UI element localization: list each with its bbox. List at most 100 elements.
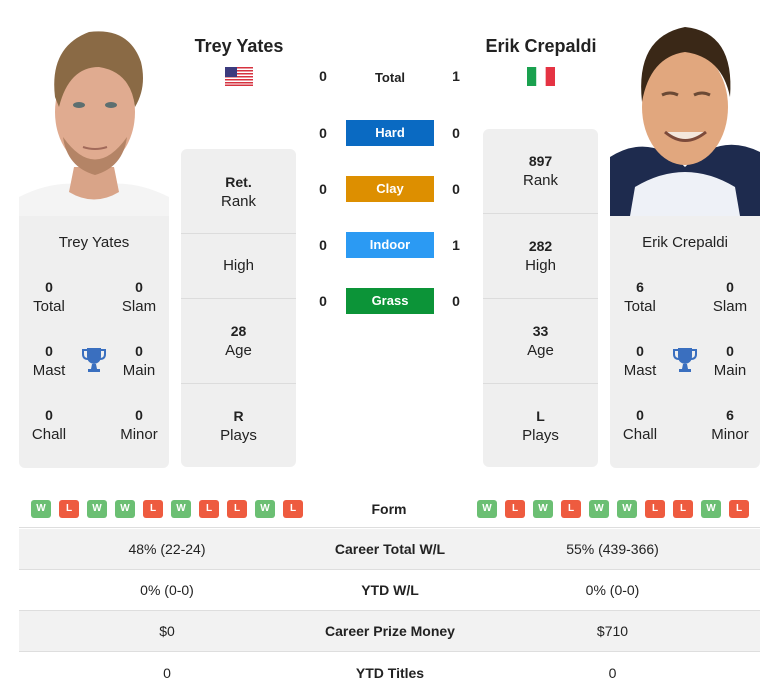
titles-total-value: 6	[636, 279, 644, 295]
age-value: 33	[532, 323, 549, 339]
comparison-table: 48% (22-24) Career Total W/L 55% (439-36…	[19, 529, 760, 693]
titles-minor-value: 0	[135, 407, 143, 423]
high-value: 282	[528, 238, 553, 254]
titles-slam-value: 0	[726, 279, 734, 295]
stat-plays-left: R Plays	[181, 384, 296, 467]
form-badge-loss[interactable]: L	[199, 500, 219, 518]
prize-money-right: $710	[596, 623, 629, 639]
h2h-clay-left: 0	[319, 181, 327, 197]
player-name-right[interactable]: Erik Crepaldi	[461, 36, 621, 57]
table-row: 48% (22-24) Career Total W/L 55% (439-36…	[19, 529, 760, 570]
age-label: Age	[225, 342, 252, 359]
rank-label: Rank	[220, 193, 257, 210]
titles-main-label: Main	[713, 362, 747, 379]
surface-grass-badge[interactable]: Grass	[346, 288, 434, 314]
table-row: 0% (0-0) YTD W/L 0% (0-0)	[19, 570, 760, 611]
form-badges-right: WLWLWWLLWL	[477, 500, 749, 518]
titles-minor: 6 Minor	[700, 405, 760, 445]
form-badge-loss[interactable]: L	[59, 500, 79, 518]
usa-flag-icon	[225, 67, 253, 86]
form-badge-win[interactable]: W	[255, 500, 275, 518]
form-badge-win[interactable]: W	[31, 500, 51, 518]
h2h-row-total: 0 Total 1	[310, 63, 470, 89]
titles-slam: 0 Slam	[700, 277, 760, 317]
form-badge-loss[interactable]: L	[673, 500, 693, 518]
stat-age-right: 33 Age	[483, 299, 598, 384]
form-badge-win[interactable]: W	[533, 500, 553, 518]
titles-minor-label: Minor	[120, 426, 158, 443]
titles-card-player-name: Erik Crepaldi	[642, 234, 728, 251]
form-badge-win[interactable]: W	[171, 500, 191, 518]
surface-clay-badge[interactable]: Clay	[346, 176, 434, 202]
player-photo-erik-crepaldi	[610, 17, 760, 216]
form-badge-win[interactable]: W	[701, 500, 721, 518]
stat-high-left: High	[181, 234, 296, 299]
h2h-indoor-right: 1	[452, 237, 460, 253]
form-badge-win[interactable]: W	[87, 500, 107, 518]
h2h-row-indoor: 0 Indoor 1	[310, 232, 470, 258]
ytd-wl-right: 0% (0-0)	[585, 582, 640, 598]
ytd-titles-label: YTD Titles	[355, 664, 425, 681]
age-value: 28	[230, 323, 247, 339]
titles-chall-value: 0	[636, 407, 644, 423]
titles-total-value: 0	[45, 279, 53, 295]
titles-main-value: 0	[135, 343, 143, 359]
plays-label: Plays	[522, 427, 559, 444]
form-badge-win[interactable]: W	[589, 500, 609, 518]
form-badge-loss[interactable]: L	[143, 500, 163, 518]
form-badge-loss[interactable]: L	[729, 500, 749, 518]
h2h-total-left: 0	[319, 68, 327, 84]
titles-mast-value: 0	[45, 343, 53, 359]
table-row: 0 YTD Titles 0	[19, 652, 760, 693]
age-label: Age	[527, 342, 554, 359]
titles-main: 0 Main	[700, 341, 760, 381]
form-label: Form	[371, 501, 407, 517]
ytd-wl-left: 0% (0-0)	[140, 582, 194, 598]
titles-card-left: Trey Yates 0 Total 0 Slam 0 Mast 0 Main …	[19, 216, 169, 468]
h2h-hard-right: 0	[452, 125, 460, 141]
player-name-left[interactable]: Trey Yates	[159, 36, 319, 57]
form-badge-loss[interactable]: L	[227, 500, 247, 518]
surface-indoor-badge[interactable]: Indoor	[346, 232, 434, 258]
surface-hard-badge[interactable]: Hard	[346, 120, 434, 146]
plays-value: L	[536, 408, 545, 424]
high-label: High	[223, 257, 254, 274]
titles-minor: 0 Minor	[109, 405, 169, 445]
titles-minor-label: Minor	[711, 426, 749, 443]
ytd-wl-label: YTD W/L	[361, 582, 419, 598]
ytd-titles-left: 0	[163, 664, 171, 681]
player-photo-right	[610, 17, 760, 216]
titles-minor-value: 6	[726, 407, 734, 423]
titles-mast-value: 0	[636, 343, 644, 359]
player-stats-right: 897 Rank 282 High 33 Age L Plays	[483, 129, 598, 467]
form-badge-loss[interactable]: L	[645, 500, 665, 518]
form-badge-loss[interactable]: L	[283, 500, 303, 518]
titles-chall-label: Chall	[622, 426, 658, 443]
h2h-row-hard: 0 Hard 0	[310, 120, 470, 146]
form-badges-left: WLWWLWLLWL	[31, 500, 303, 518]
trophy-icon	[673, 348, 697, 372]
rank-label: Rank	[522, 172, 559, 189]
career-wl-right: 55% (439-366)	[566, 541, 659, 557]
rank-value: 897	[528, 153, 553, 169]
stat-age-left: 28 Age	[181, 299, 296, 384]
plays-label: Plays	[220, 427, 257, 444]
form-badge-win[interactable]: W	[477, 500, 497, 518]
titles-mast: 0 Mast	[19, 341, 79, 381]
titles-mast-label: Mast	[32, 362, 66, 379]
form-badge-win[interactable]: W	[617, 500, 637, 518]
form-badge-loss[interactable]: L	[561, 500, 581, 518]
titles-chall: 0 Chall	[610, 405, 670, 445]
form-badge-loss[interactable]: L	[505, 500, 525, 518]
h2h-total-label: Total	[374, 70, 406, 85]
italy-flag-icon	[527, 67, 555, 86]
form-row: WLWWLWLLWL Form WLWLWWLLWL	[19, 494, 760, 528]
career-wl-label: Career Total W/L	[334, 541, 446, 557]
table-row: $0 Career Prize Money $710	[19, 611, 760, 652]
form-badge-win[interactable]: W	[115, 500, 135, 518]
titles-slam-value: 0	[135, 279, 143, 295]
stat-high-right: 282 High	[483, 214, 598, 299]
h2h-row-clay: 0 Clay 0	[310, 176, 470, 202]
titles-total-label: Total	[624, 298, 656, 315]
titles-main-value: 0	[726, 343, 734, 359]
